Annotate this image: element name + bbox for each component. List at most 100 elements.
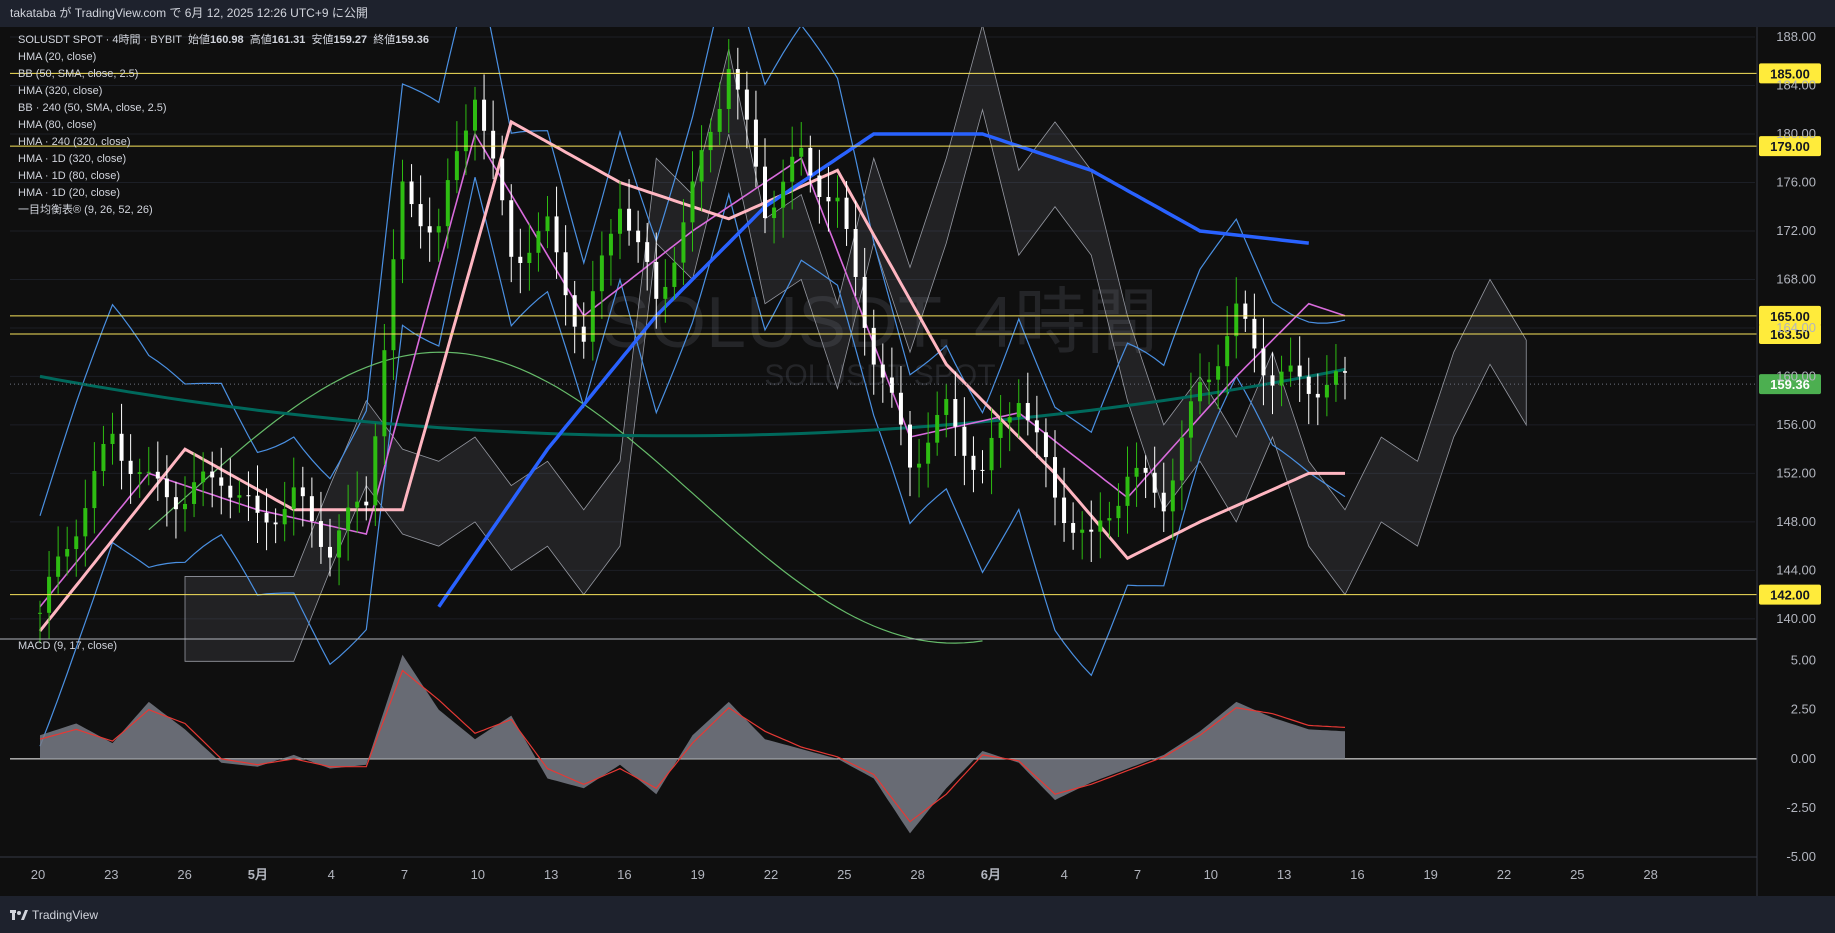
candle-body bbox=[436, 226, 441, 233]
candle-body bbox=[554, 216, 559, 253]
candle-body bbox=[871, 327, 876, 365]
date-tick-label: 25 bbox=[837, 867, 851, 882]
indicator-legend[interactable]: HMA · 1D (80, close) bbox=[18, 168, 429, 185]
indicator-legend[interactable]: BB · 240 (50, SMA, close, 2.5) bbox=[18, 100, 429, 117]
candle-body bbox=[953, 399, 958, 427]
candle-body bbox=[1080, 529, 1085, 533]
candle-body bbox=[663, 286, 668, 299]
close-value: 159.36 bbox=[395, 34, 429, 46]
candle-body bbox=[173, 497, 178, 510]
candle-body bbox=[1288, 365, 1293, 372]
candle-body bbox=[690, 181, 695, 223]
price-tick-label: 172.00 bbox=[1776, 223, 1816, 238]
date-tick-label: 10 bbox=[1204, 867, 1218, 882]
candle-body bbox=[309, 496, 314, 522]
candle-body bbox=[1071, 523, 1076, 533]
candle-body bbox=[1270, 375, 1275, 386]
candle-body bbox=[536, 231, 541, 253]
candle-body bbox=[808, 147, 813, 176]
chart-legend: SOLUSDT SPOT · 4時間 · BYBIT 始値160.98 高値16… bbox=[18, 32, 429, 219]
price-tick-label: 148.00 bbox=[1776, 514, 1816, 529]
candle-body bbox=[645, 242, 650, 262]
candle-body bbox=[799, 147, 804, 157]
indicator-legend[interactable]: HMA (80, close) bbox=[18, 117, 429, 134]
publish-line: takataba が TradingView.com で 6月 12, 2025… bbox=[10, 6, 368, 20]
candle-body bbox=[908, 424, 912, 468]
candle-body bbox=[463, 130, 468, 152]
candle-body bbox=[1134, 467, 1139, 477]
macd-tick-label: 2.50 bbox=[1791, 702, 1816, 717]
close-label: 終値 bbox=[373, 34, 396, 46]
candle-body bbox=[83, 508, 88, 537]
candle-body bbox=[636, 230, 641, 243]
candle-body bbox=[817, 175, 822, 197]
price-tick-label: 176.00 bbox=[1776, 174, 1816, 189]
price-tick-label: 164.00 bbox=[1776, 320, 1816, 335]
candle-body bbox=[572, 295, 577, 327]
candle-body bbox=[382, 350, 387, 437]
date-tick-label: 7 bbox=[401, 867, 408, 882]
symbol-line: SOLUSDT SPOT · 4時間 · BYBIT bbox=[18, 34, 182, 46]
candle-body bbox=[38, 612, 42, 614]
candle-body bbox=[328, 546, 332, 558]
candle-body bbox=[1261, 348, 1266, 376]
low-label: 安値 bbox=[311, 34, 334, 46]
indicator-legend[interactable]: HMA · 1D (20, close) bbox=[18, 185, 429, 202]
candle-body bbox=[1098, 520, 1103, 532]
candle-body bbox=[1161, 492, 1166, 512]
indicator-legend[interactable]: HMA (20, close) bbox=[18, 49, 429, 66]
high-label: 高値 bbox=[249, 34, 272, 46]
price-tick-label: 156.00 bbox=[1776, 417, 1816, 432]
candle-body bbox=[137, 472, 142, 475]
indicator-legend[interactable]: BB (50, SMA, close, 2.5) bbox=[18, 66, 429, 83]
tradingview-logo[interactable]: TradingView bbox=[10, 908, 98, 922]
date-tick-label: 10 bbox=[471, 867, 485, 882]
candle-body bbox=[880, 364, 885, 378]
indicator-legend[interactable]: HMA · 1D (320, close) bbox=[18, 151, 429, 168]
indicator-legend[interactable]: HMA · 240 (320, close) bbox=[18, 134, 429, 151]
candle-body bbox=[219, 477, 224, 486]
candle-body bbox=[201, 471, 206, 483]
price-tick-label: 180.00 bbox=[1776, 126, 1816, 141]
candle-body bbox=[527, 252, 532, 263]
candle-body bbox=[427, 226, 432, 233]
indicator-legend[interactable]: 一目均衡表® (9, 26, 52, 26) bbox=[18, 202, 429, 219]
price-tick-label: 188.00 bbox=[1776, 29, 1816, 44]
macd-tick-label: -2.50 bbox=[1786, 800, 1816, 815]
candle-body bbox=[1179, 437, 1184, 481]
candle-body bbox=[473, 99, 477, 131]
candle-body bbox=[898, 392, 903, 425]
candle-body bbox=[1152, 472, 1157, 493]
candle-body bbox=[509, 200, 514, 257]
candle-body bbox=[228, 485, 233, 498]
ohlc-row: SOLUSDT SPOT · 4時間 · BYBIT 始値160.98 高値16… bbox=[18, 32, 429, 49]
candle-body bbox=[119, 433, 124, 461]
candle-body bbox=[735, 69, 740, 90]
date-tick-label: 22 bbox=[1497, 867, 1511, 882]
candle-body bbox=[1297, 365, 1302, 377]
candle-body bbox=[1225, 336, 1230, 367]
candle-body bbox=[255, 495, 260, 513]
date-tick-label: 26 bbox=[177, 867, 191, 882]
candle-body bbox=[1062, 497, 1067, 524]
candle-body bbox=[454, 151, 459, 181]
candle-body bbox=[889, 377, 894, 393]
candle-body bbox=[1234, 303, 1239, 337]
candle-body bbox=[545, 216, 550, 232]
date-tick-label: 4 bbox=[328, 867, 335, 882]
date-tick-label: 4 bbox=[1061, 867, 1068, 882]
date-tick-label: 22 bbox=[764, 867, 778, 882]
candle-body bbox=[1089, 529, 1094, 532]
candle-body bbox=[128, 460, 133, 475]
candle-body bbox=[337, 530, 342, 558]
watermark-main: SOLUSDT, 4時間 bbox=[602, 283, 1158, 363]
candle-body bbox=[998, 422, 1003, 438]
candle-body bbox=[826, 196, 831, 202]
macd-legend[interactable]: MACD (9, 17, close) bbox=[18, 640, 117, 652]
candle-body bbox=[672, 262, 677, 287]
candle-body bbox=[518, 256, 523, 263]
candle-body bbox=[763, 166, 767, 219]
candle-body bbox=[210, 471, 215, 478]
candle-body bbox=[445, 180, 450, 227]
indicator-legend[interactable]: HMA (320, close) bbox=[18, 83, 429, 100]
